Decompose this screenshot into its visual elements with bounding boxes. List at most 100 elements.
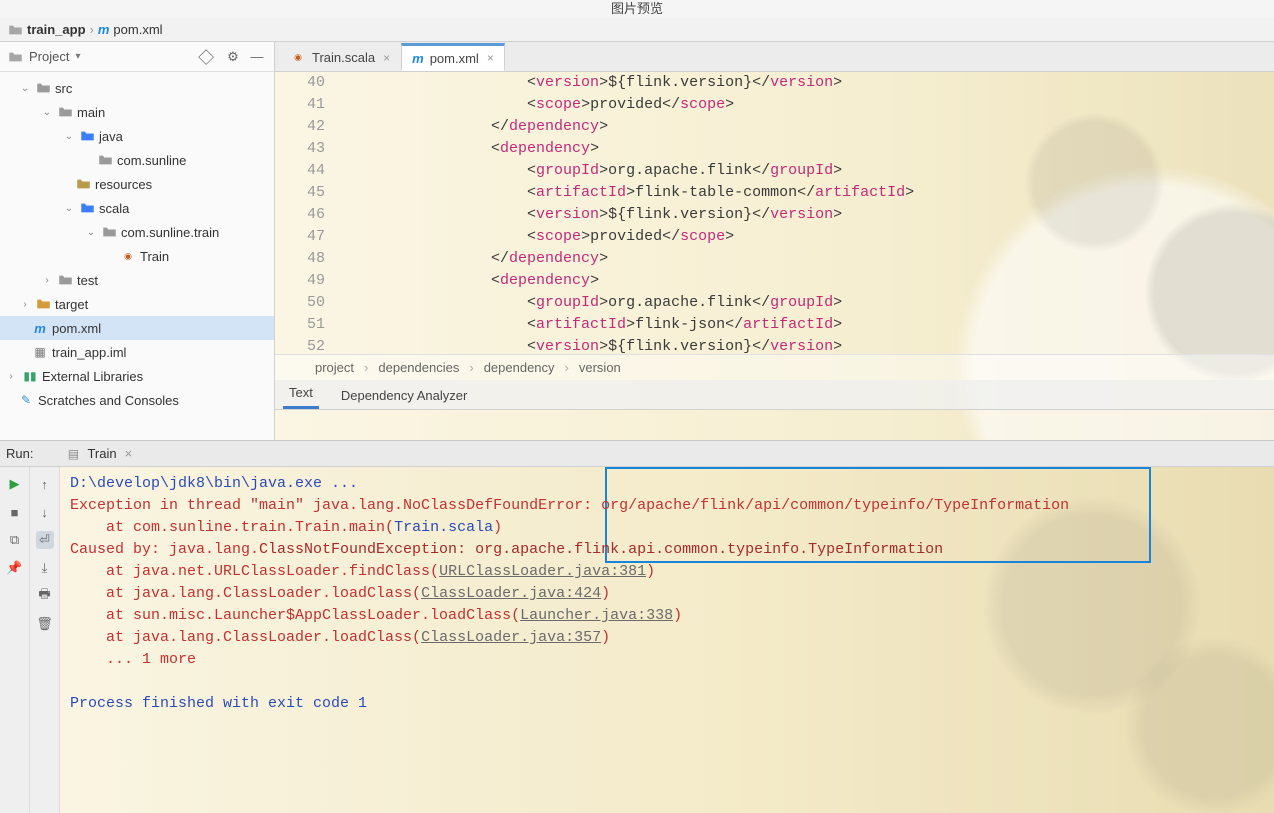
tree-label: com.sunline.train [121, 225, 219, 240]
run-config-name[interactable]: Train [87, 446, 116, 461]
breadcrumb-seg-file[interactable]: m pom.xml [94, 22, 167, 37]
run-toolbar-left: ▶ ■ ⧉ 📌 [0, 467, 30, 813]
tab-label: Train.scala [312, 50, 375, 65]
clear-button[interactable]: 🗑 [36, 615, 54, 633]
breadcrumb-item[interactable]: version [579, 360, 621, 375]
run-toolbar-right: ↑ ↓ ⏎ ⤓ 🖶 🗑 [30, 467, 60, 813]
chevron-down-icon[interactable]: ⌄ [62, 203, 76, 214]
scroll-to-end-button[interactable]: ⤓ [36, 559, 54, 577]
package-icon [98, 154, 113, 166]
breadcrumb: train_app › m pom.xml [0, 18, 1274, 42]
tree-label: scala [99, 201, 129, 216]
tree-label: com.sunline [117, 153, 186, 168]
tree-node-scratches[interactable]: ✎ Scratches and Consoles [0, 388, 274, 412]
maven-icon: m [98, 22, 110, 37]
xml-breadcrumb: project› dependencies› dependency› versi… [275, 354, 1274, 380]
tree-node-main[interactable]: ⌄ main [0, 100, 274, 124]
tree-node-iml[interactable]: ▦ train_app.iml [0, 340, 274, 364]
tab-train-scala[interactable]: ◉ Train.scala × [279, 43, 401, 71]
chevron-down-icon[interactable]: ⌄ [18, 83, 32, 94]
breadcrumb-seg-project[interactable]: train_app [4, 22, 90, 37]
source-folder-icon [80, 202, 95, 214]
up-button[interactable]: ↑ [36, 475, 54, 493]
tree-node-com-sunline[interactable]: com.sunline [0, 148, 274, 172]
tree-node-src[interactable]: ⌄ src [0, 76, 274, 100]
tree-label: target [55, 297, 88, 312]
tree-node-com-sunline-train[interactable]: ⌄ com.sunline.train [0, 220, 274, 244]
chevron-right-icon[interactable]: › [4, 371, 18, 382]
tree-label: Scratches and Consoles [38, 393, 179, 408]
tree-label: External Libraries [42, 369, 143, 384]
tree-label: Train [140, 249, 169, 264]
library-icon: ▮▮ [22, 368, 38, 384]
rerun-button[interactable]: ▶ [6, 475, 24, 493]
chevron-down-icon[interactable]: ⌄ [40, 107, 54, 118]
close-icon[interactable]: × [125, 446, 133, 461]
run-tool-window: Run: ▤ Train × ▶ ■ ⧉ 📌 ↑ ↓ ⏎ ⤓ 🖶 🗑 [0, 440, 1274, 813]
chevron-right-icon[interactable]: › [40, 275, 54, 286]
breadcrumb-item[interactable]: dependencies [378, 360, 459, 375]
close-icon[interactable]: × [487, 51, 494, 65]
print-button[interactable]: 🖶 [36, 587, 54, 605]
folder-icon [36, 82, 51, 94]
folder-icon [58, 274, 73, 286]
project-tool-window: Project ▾ ⃟ ⚙ — ⌄ src ⌄ main [0, 42, 275, 440]
stop-button[interactable]: ■ [6, 503, 24, 521]
chevron-down-icon[interactable]: ⌄ [62, 131, 76, 142]
tree-node-train[interactable]: ◉ Train [0, 244, 274, 268]
editor-viewport[interactable]: 404142 434445 464748 495051 52 <version>… [275, 72, 1274, 440]
tree-label: resources [95, 177, 152, 192]
breadcrumb-item[interactable]: dependency [484, 360, 555, 375]
soft-wrap-button[interactable]: ⏎ [36, 531, 54, 549]
select-opened-file-button[interactable]: ⃟ [200, 48, 218, 66]
tab-pom-xml[interactable]: m pom.xml × [401, 43, 505, 71]
down-button[interactable]: ↓ [36, 503, 54, 521]
scala-object-icon: ◉ [290, 50, 306, 66]
package-icon [102, 226, 117, 238]
run-config-icon: ▤ [65, 446, 81, 462]
tree-label: main [77, 105, 105, 120]
close-icon[interactable]: × [383, 51, 390, 65]
project-title[interactable]: Project [29, 49, 69, 64]
layout-button[interactable]: ⧉ [6, 531, 24, 549]
settings-icon[interactable]: ⚙ [224, 48, 242, 66]
excluded-folder-icon [36, 298, 51, 310]
code-content[interactable]: <version>${flink.version}</version> <sco… [347, 72, 1274, 354]
project-icon [8, 51, 23, 63]
editor-subtabs: Text Dependency Analyzer [275, 380, 1274, 410]
tree-node-target[interactable]: › target [0, 292, 274, 316]
source-folder-icon [80, 130, 95, 142]
breadcrumb-item[interactable]: project [315, 360, 354, 375]
scala-object-icon: ◉ [120, 248, 136, 264]
chevron-down-icon[interactable]: ⌄ [84, 227, 98, 238]
collapse-button[interactable]: — [248, 48, 266, 66]
project-tree[interactable]: ⌄ src ⌄ main ⌄ java com.sunline [0, 72, 274, 440]
maven-icon: m [412, 51, 424, 66]
editor-tabs: ◉ Train.scala × m pom.xml × [275, 42, 1274, 72]
module-icon: ▦ [32, 344, 48, 360]
subtab-dependency-analyzer[interactable]: Dependency Analyzer [335, 382, 473, 409]
tree-label: pom.xml [52, 321, 101, 336]
run-label: Run: [6, 446, 33, 461]
folder-icon [8, 24, 23, 36]
chevron-down-icon[interactable]: ▾ [75, 51, 80, 62]
maven-icon: m [32, 321, 48, 336]
project-header: Project ▾ ⃟ ⚙ — [0, 42, 274, 72]
tree-label: java [99, 129, 123, 144]
pin-button[interactable]: 📌 [6, 559, 24, 577]
tree-node-java[interactable]: ⌄ java [0, 124, 274, 148]
console-output[interactable]: D:\develop\jdk8\bin\java.exe ... Excepti… [60, 467, 1274, 813]
folder-icon [58, 106, 73, 118]
window-title: 图片预览 [0, 0, 1274, 18]
tree-node-scala[interactable]: ⌄ scala [0, 196, 274, 220]
tab-label: pom.xml [430, 51, 479, 66]
tree-label: test [77, 273, 98, 288]
chevron-right-icon[interactable]: › [18, 299, 32, 310]
tree-node-pom[interactable]: m pom.xml [0, 316, 274, 340]
tree-node-test[interactable]: › test [0, 268, 274, 292]
tree-node-external-libraries[interactable]: › ▮▮ External Libraries [0, 364, 274, 388]
tree-label: train_app.iml [52, 345, 126, 360]
subtab-text[interactable]: Text [283, 379, 319, 409]
tree-node-resources[interactable]: resources [0, 172, 274, 196]
resources-folder-icon [76, 178, 91, 190]
